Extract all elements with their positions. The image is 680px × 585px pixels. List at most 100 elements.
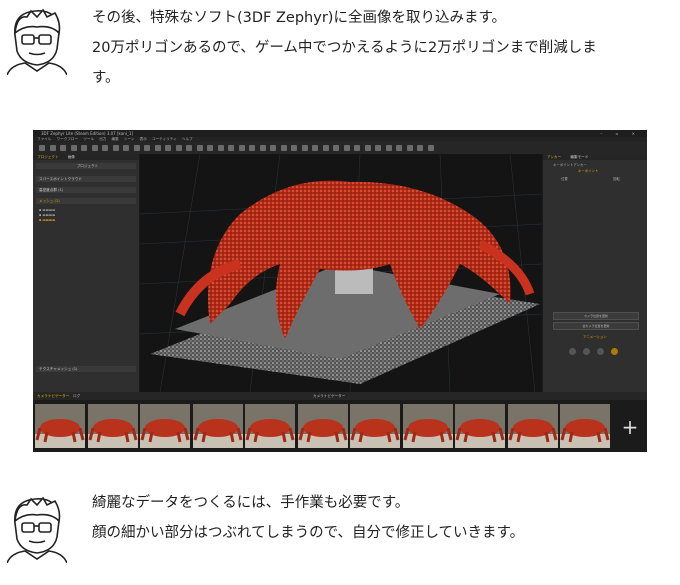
toolbar-tool-icon[interactable] <box>385 145 392 151</box>
toolbar-tool-icon[interactable] <box>39 145 45 151</box>
tab-images[interactable]: 画像 <box>64 155 79 159</box>
toolbar-tool-icon[interactable] <box>312 145 318 151</box>
tab-camera-navigator[interactable]: カメラナビゲーター <box>37 392 69 400</box>
toolbar-tool-icon[interactable] <box>417 145 423 151</box>
menu-view[interactable]: 表示 <box>140 137 147 141</box>
toolbar-tool-icon[interactable] <box>364 145 371 151</box>
camera-thumbnail[interactable] <box>507 404 558 448</box>
toolbar-tool-icon[interactable] <box>427 145 434 151</box>
camera-thumbnail[interactable] <box>87 404 138 448</box>
camera-thumbnail[interactable] <box>35 404 85 448</box>
camera-navigator-header: カメラナビゲーター ログ カメラナビゲーター <box>33 392 647 400</box>
animation-label: アニメーション <box>583 335 607 339</box>
toolbar-tool-icon[interactable] <box>375 145 381 151</box>
camera-thumbnail[interactable] <box>297 404 348 448</box>
toolbar-tool-icon[interactable] <box>291 145 297 151</box>
stop-icon[interactable] <box>583 348 590 355</box>
toolbar-tool-icon[interactable] <box>123 145 129 151</box>
menu-tools[interactable]: ツール <box>83 137 94 141</box>
window-title: 3DF Zephyr Lite (Steam Edition) 3.07 [ka… <box>41 131 134 136</box>
toolbar-tool-icon[interactable] <box>70 145 77 151</box>
camera-thumbnail[interactable] <box>455 404 505 448</box>
menu-help[interactable]: ヘルプ <box>182 137 193 141</box>
toolbar-tool-icon[interactable] <box>280 145 287 151</box>
tab-log[interactable]: ログ <box>73 392 80 400</box>
project-tabs: プロジェクト 画像 <box>33 154 139 160</box>
author-avatar <box>7 5 67 75</box>
keypoint-label: キーポイント <box>578 169 599 173</box>
toolbar-tool-icon[interactable] <box>175 145 182 151</box>
toolbar-tool-icon[interactable] <box>154 145 161 151</box>
toolbar-tool-icon[interactable] <box>207 145 213 151</box>
toolbar-tool-icon[interactable] <box>228 145 234 151</box>
toolbar-tool-icon[interactable] <box>333 145 339 151</box>
tree-row: ▪ ▬▬▬▬ <box>39 208 56 212</box>
intro-paragraph: その後、特殊なソフト(3DF Zephyr)に全画像を取り込みます。 20万ポリ… <box>92 3 672 93</box>
tab-project[interactable]: プロジェクト <box>33 155 63 159</box>
camera-thumbnail[interactable] <box>350 404 400 448</box>
toolbar-tool-icon[interactable] <box>112 145 119 151</box>
record-icon[interactable] <box>597 348 604 355</box>
toolbar-tool-icon[interactable] <box>133 145 140 151</box>
toolbar-tool-icon[interactable] <box>354 145 360 151</box>
sparse-cloud-item[interactable]: スパースポイントクラウド <box>36 176 136 182</box>
camera-thumbnail[interactable] <box>192 404 243 448</box>
toolbar-tool-icon[interactable] <box>144 145 150 151</box>
toolbar-tool-icon[interactable] <box>102 145 108 151</box>
menu-utilities[interactable]: ユーティリティ <box>152 137 177 141</box>
camera-thumbnail[interactable] <box>140 404 190 448</box>
window-titlebar: 3DF Zephyr Lite (Steam Edition) 3.07 [ka… <box>33 130 647 137</box>
window-controls-icon[interactable]: – ▫ × <box>600 130 641 137</box>
export-icon[interactable] <box>611 348 618 355</box>
toolbar-tool-icon[interactable] <box>406 145 413 151</box>
toolbar-tool-icon[interactable] <box>49 145 56 151</box>
toolbar-tool-icon[interactable] <box>270 145 276 151</box>
add-icon[interactable]: + <box>617 414 643 440</box>
camera-filmstrip: + <box>33 400 647 452</box>
textured-mesh-item[interactable]: テクスチャメッシュ (1) <box>36 366 136 372</box>
tab-anchor[interactable]: アンカー <box>543 155 565 159</box>
toolbar-tool-icon[interactable] <box>259 145 266 151</box>
tab-edit-mode[interactable]: 編集モード <box>566 155 592 159</box>
menu-scene[interactable]: シーン <box>124 137 135 141</box>
toolbar-tool-icon[interactable] <box>81 145 87 151</box>
toolbar-tool-icon[interactable] <box>91 145 98 151</box>
text-line: 綺麗なデータをつくるには、手作業も必要です。 <box>92 495 410 511</box>
toolbar-tool-icon[interactable] <box>343 145 350 151</box>
crab-pointcloud-icon <box>140 154 542 392</box>
toolbar-tool-icon[interactable] <box>165 145 171 151</box>
panel-header: プロジェクト <box>36 163 136 169</box>
camera-thumbnail[interactable] <box>560 404 610 448</box>
menu-export[interactable]: 出力 <box>99 137 106 141</box>
camera-thumbnail[interactable] <box>402 404 453 448</box>
update-camera-button[interactable]: カメラ位置を更新 <box>553 312 639 320</box>
dense-cloud-item[interactable]: 高密度点群 (1) <box>36 187 136 193</box>
update-all-cameras-button[interactable]: 全カメラ位置を更新 <box>553 322 639 330</box>
toolbar-tool-icon[interactable] <box>396 145 402 151</box>
toolbar-tool-icon[interactable] <box>196 145 203 151</box>
text-line: す。 <box>92 70 120 86</box>
toolbar-tool-icon[interactable] <box>301 145 308 151</box>
tree-row: ▪ ▬▬▬▬ <box>39 218 56 222</box>
toolbar-tool-icon[interactable] <box>60 145 66 151</box>
toolbar-tool-icon[interactable] <box>322 145 329 151</box>
toolbar-tool-icon[interactable] <box>186 145 192 151</box>
toolbar-tool-icon[interactable] <box>238 145 245 151</box>
toolbar-tool-icon[interactable] <box>249 145 255 151</box>
toolbar <box>33 142 647 154</box>
text-line: 20万ポリゴンあるので、ゲーム中でつかえるように2万ポリゴンまで削減しま <box>92 40 597 56</box>
navigator-title: カメラナビゲーター <box>313 394 346 398</box>
mesh-item[interactable]: メッシュ (1) <box>36 198 136 204</box>
menu-edit[interactable]: 編集 <box>112 137 119 141</box>
camera-thumbnail[interactable] <box>245 404 295 448</box>
menu-workflow[interactable]: ワークフロー <box>57 137 79 141</box>
play-icon[interactable] <box>569 348 576 355</box>
avatar-face-icon <box>7 8 67 75</box>
zephyr-screenshot: 3DF Zephyr Lite (Steam Edition) 3.07 [ka… <box>33 130 647 452</box>
3d-viewport[interactable] <box>140 154 542 392</box>
toolbar-tool-icon[interactable] <box>217 145 224 151</box>
project-panel: プロジェクト 画像 プロジェクト スパースポイントクラウド 高密度点群 (1) … <box>33 154 140 392</box>
menu-file[interactable]: ファイル <box>37 137 51 141</box>
position-label: 位置 <box>561 177 568 181</box>
author-avatar <box>7 493 67 563</box>
